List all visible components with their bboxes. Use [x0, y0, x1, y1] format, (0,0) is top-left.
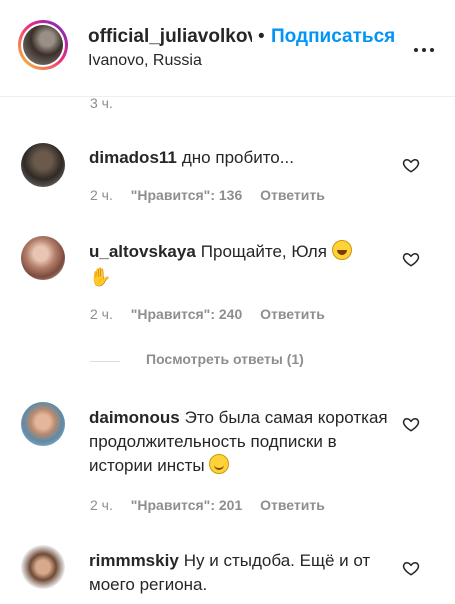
previous-comment-time: 3 ч. — [90, 95, 113, 111]
view-replies-label[interactable]: Посмотреть ответы (1) — [146, 351, 304, 367]
reply-button[interactable]: Ответить — [260, 306, 325, 322]
heart-icon[interactable] — [402, 415, 420, 433]
commenter-avatar[interactable] — [21, 236, 65, 280]
comment-text: Прощайте, Юля — [200, 242, 327, 261]
commenter-avatar[interactable] — [21, 402, 65, 446]
raised-hand-icon: ✋ — [89, 267, 112, 287]
reply-button[interactable]: Ответить — [260, 187, 325, 203]
comment-text: дно пробито... — [181, 148, 294, 167]
comment-likes[interactable]: "Нравится": 136 — [131, 187, 242, 203]
smiling-face-icon — [209, 454, 230, 474]
commenter-username[interactable]: u_altovskaya — [89, 242, 196, 261]
commenter-username[interactable]: daimonous — [89, 408, 180, 427]
commenter-username[interactable]: dimados11 — [89, 148, 177, 167]
more-options-icon[interactable] — [414, 40, 434, 60]
commenter-username[interactable]: rimmmskiy — [89, 551, 179, 570]
post-header: official_juliavolkova • Подписаться Ivan… — [0, 0, 455, 111]
follow-button[interactable]: Подписаться — [271, 26, 395, 48]
heart-icon[interactable] — [402, 250, 420, 268]
reply-button[interactable]: Ответить — [260, 497, 325, 513]
commenter-avatar[interactable] — [21, 545, 65, 589]
comment-time[interactable]: 2 ч. — [90, 306, 113, 322]
comment-likes[interactable]: "Нравится": 201 — [131, 497, 242, 513]
heart-icon[interactable] — [402, 559, 420, 577]
comment-time[interactable]: 2 ч. — [90, 187, 113, 203]
author-avatar[interactable] — [18, 20, 68, 70]
author-avatar-photo — [23, 25, 63, 65]
comment-time[interactable]: 2 ч. — [90, 497, 113, 513]
post-location[interactable]: Ivanovo, Russia — [88, 52, 202, 70]
heart-icon[interactable] — [402, 156, 420, 174]
replies-divider — [90, 361, 120, 362]
author-username[interactable]: official_juliavolkova — [88, 26, 252, 48]
comment-likes[interactable]: "Нравится": 240 — [131, 306, 242, 322]
rolling-on-floor-laughing-icon — [331, 240, 352, 260]
header-separator: • — [258, 26, 265, 47]
commenter-avatar[interactable] — [21, 143, 65, 187]
